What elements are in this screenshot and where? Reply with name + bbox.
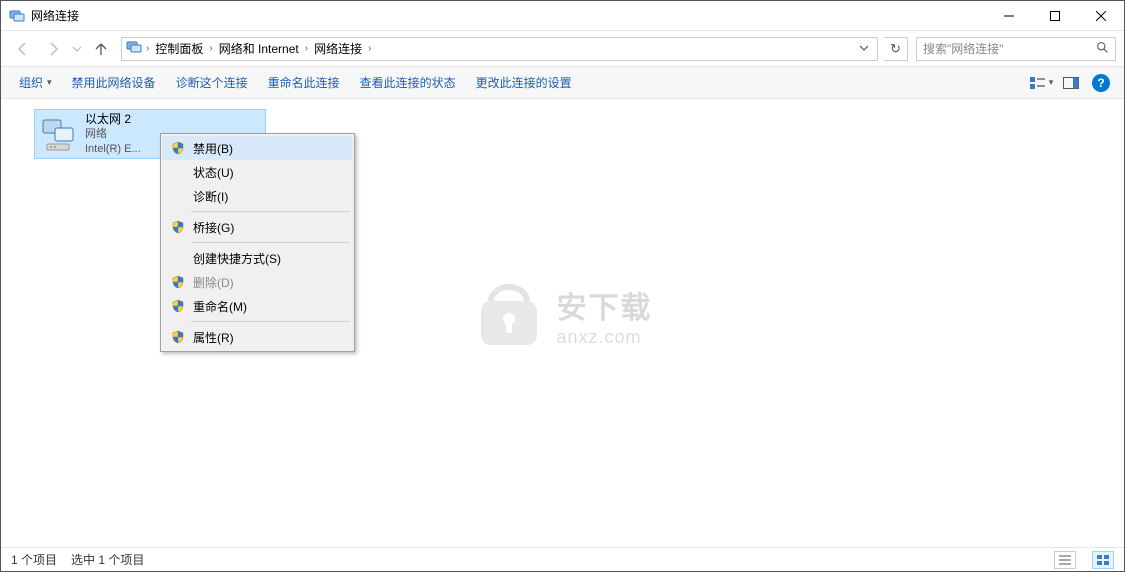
content-area[interactable]: 以太网 2 网络 Intel(R) E... 禁用(B) 状态(U) 诊断(I) 桥接… xyxy=(1,99,1124,549)
watermark-cn: 安下载 xyxy=(557,283,653,327)
item-count: 1 个项目 xyxy=(11,551,57,568)
context-menu-label: 删除(D) xyxy=(193,274,234,291)
organize-label: 组织 xyxy=(19,74,43,91)
watermark: 安下载 anxz.com xyxy=(473,279,653,351)
breadcrumb-sep: › xyxy=(368,43,371,54)
shield-icon xyxy=(169,274,187,290)
network-adapter-icon xyxy=(39,114,79,154)
context-menu-item: 删除(D) xyxy=(163,270,352,294)
selected-count: 选中 1 个项目 xyxy=(71,551,144,568)
context-menu: 禁用(B) 状态(U) 诊断(I) 桥接(G) 创建快捷方式(S) 删除(D) 重命名(M)… xyxy=(160,133,355,352)
breadcrumb-control-panel[interactable]: 控制面板 xyxy=(153,38,205,59)
search-box[interactable]: 搜索"网络连接" xyxy=(916,37,1116,61)
help-button[interactable]: ? xyxy=(1088,71,1114,95)
shield-icon xyxy=(169,219,187,235)
connection-adapter: Intel(R) E... xyxy=(85,142,141,157)
context-menu-item[interactable]: 状态(U) xyxy=(163,160,352,184)
context-menu-item[interactable]: 属性(R) xyxy=(163,325,352,349)
shield-icon xyxy=(169,140,187,156)
context-menu-item[interactable]: 创建快捷方式(S) xyxy=(163,246,352,270)
context-menu-item[interactable]: 禁用(B) xyxy=(163,136,352,160)
preview-pane-button[interactable] xyxy=(1058,71,1084,95)
help-icon: ? xyxy=(1092,74,1110,92)
context-menu-item[interactable]: 诊断(I) xyxy=(163,184,352,208)
connection-network: 网络 xyxy=(85,127,141,142)
breadcrumb-sep: › xyxy=(209,43,212,54)
context-menu-label: 属性(R) xyxy=(193,329,234,346)
diagnose-button[interactable]: 诊断这个连接 xyxy=(168,70,256,95)
context-menu-separator xyxy=(191,211,350,212)
chevron-down-icon: ▾ xyxy=(1049,77,1054,88)
address-row: › 控制面板 › 网络和 Internet › 网络连接 › ↻ 搜索"网络连接… xyxy=(1,31,1124,67)
connection-text: 以太网 2 网络 Intel(R) E... xyxy=(85,111,141,157)
rename-button[interactable]: 重命名此连接 xyxy=(260,70,348,95)
up-button[interactable] xyxy=(87,35,115,63)
address-bar[interactable]: › 控制面板 › 网络和 Internet › 网络连接 › xyxy=(121,37,878,61)
disable-device-button[interactable]: 禁用此网络设备 xyxy=(64,70,164,95)
context-menu-label: 重命名(M) xyxy=(193,298,247,315)
shield-icon xyxy=(169,298,187,314)
close-button[interactable] xyxy=(1078,1,1124,30)
menu-icon-empty xyxy=(169,188,187,204)
window-app-icon xyxy=(9,8,25,24)
organize-menu[interactable]: 组织 ▾ xyxy=(11,70,60,95)
search-icon xyxy=(1096,41,1109,57)
refresh-button[interactable]: ↻ xyxy=(884,37,908,61)
maximize-button[interactable] xyxy=(1032,1,1078,30)
watermark-en: anxz.com xyxy=(557,327,653,348)
lock-bag-icon xyxy=(473,279,545,351)
view-options-button[interactable]: ▾ xyxy=(1028,71,1054,95)
shield-icon xyxy=(169,329,187,345)
connection-name: 以太网 2 xyxy=(85,111,141,127)
context-menu-label: 禁用(B) xyxy=(193,140,233,157)
window-title: 网络连接 xyxy=(31,7,986,24)
context-menu-separator xyxy=(191,321,350,322)
view-status-button[interactable]: 查看此连接的状态 xyxy=(352,70,464,95)
window-controls xyxy=(986,1,1124,30)
breadcrumb-sep: › xyxy=(305,43,308,54)
chevron-down-icon: ▾ xyxy=(47,77,52,88)
recent-dropdown[interactable] xyxy=(69,35,85,63)
breadcrumb-network-connections[interactable]: 网络连接 xyxy=(312,38,364,59)
context-menu-separator xyxy=(191,242,350,243)
context-menu-label: 状态(U) xyxy=(193,164,234,181)
context-menu-label: 桥接(G) xyxy=(193,219,234,236)
change-settings-button[interactable]: 更改此连接的设置 xyxy=(468,70,580,95)
minimize-button[interactable] xyxy=(986,1,1032,30)
breadcrumb-network-internet[interactable]: 网络和 Internet xyxy=(217,38,301,59)
context-menu-item[interactable]: 桥接(G) xyxy=(163,215,352,239)
menu-icon-empty xyxy=(169,164,187,180)
tiles-view-button[interactable] xyxy=(1092,551,1114,569)
context-menu-label: 诊断(I) xyxy=(193,188,228,205)
back-button[interactable] xyxy=(9,35,37,63)
context-menu-item[interactable]: 重命名(M) xyxy=(163,294,352,318)
context-menu-label: 创建快捷方式(S) xyxy=(193,250,281,267)
location-icon xyxy=(126,39,142,58)
address-dropdown[interactable] xyxy=(855,42,873,56)
details-view-button[interactable] xyxy=(1054,551,1076,569)
search-placeholder: 搜索"网络连接" xyxy=(923,40,1004,57)
breadcrumb-sep: › xyxy=(146,43,149,54)
menu-icon-empty xyxy=(169,250,187,266)
status-bar: 1 个项目 选中 1 个项目 xyxy=(1,547,1124,571)
toolbar: 组织 ▾ 禁用此网络设备 诊断这个连接 重命名此连接 查看此连接的状态 更改此连… xyxy=(1,67,1124,99)
title-bar: 网络连接 xyxy=(1,1,1124,31)
forward-button[interactable] xyxy=(39,35,67,63)
